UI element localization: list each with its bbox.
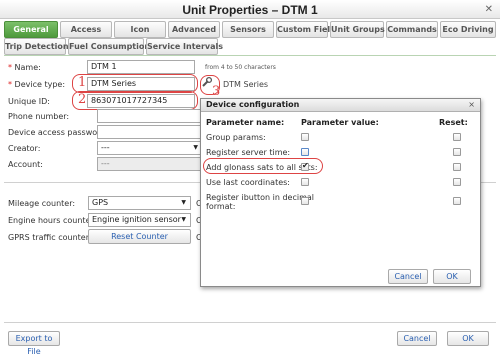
tab-advanced[interactable]: Advanced xyxy=(168,21,220,38)
param-reset-checkbox[interactable] xyxy=(453,133,461,141)
name-input[interactable]: DTM 1 xyxy=(87,60,195,74)
tab-commands[interactable]: Commands xyxy=(386,21,438,38)
col-parameter-value: Parameter value: xyxy=(301,118,379,127)
dropdown-arrow-icon: ▼ xyxy=(181,216,186,223)
dropdown-arrow-icon: ▼ xyxy=(181,199,186,206)
col-reset: Reset: xyxy=(439,118,468,127)
param-reset-checkbox[interactable] xyxy=(453,148,461,156)
param-value-checkbox[interactable] xyxy=(301,197,309,205)
annotation-number-1: 1 xyxy=(78,75,87,90)
account-label: Account: xyxy=(8,160,43,169)
dialog-title: Device configuration xyxy=(206,100,300,109)
tab-unit-groups[interactable]: Unit Groups xyxy=(330,21,385,38)
param-row-label: Group params: xyxy=(206,133,266,142)
unique-id-label: Unique ID: xyxy=(8,97,50,106)
tab-custom-fields[interactable]: Custom Fields xyxy=(276,21,341,38)
tab-trip-detection[interactable]: Trip Detection xyxy=(4,38,69,55)
annotation-ring-3 xyxy=(200,75,220,95)
footer-divider xyxy=(4,322,496,323)
tab-icon[interactable]: Icon xyxy=(114,21,166,38)
ok-button[interactable]: OK xyxy=(447,331,489,346)
window-title: Unit Properties – DTM 1 xyxy=(182,3,318,17)
mileage-select[interactable]: GPS ▼ xyxy=(88,196,191,210)
creator-value: --- xyxy=(101,143,110,152)
tab-fuel-consumption[interactable]: Fuel Consumption xyxy=(68,38,150,55)
tabs-divider xyxy=(4,55,496,56)
param-row-label: Register server time: xyxy=(206,148,291,157)
tab-sensors[interactable]: Sensors xyxy=(222,21,274,38)
phone-input[interactable] xyxy=(97,109,203,123)
gprs-label: GPRS traffic counter: xyxy=(8,233,92,242)
param-value-checkbox[interactable] xyxy=(301,178,309,186)
password-input[interactable] xyxy=(97,125,203,139)
cancel-button[interactable]: Cancel xyxy=(397,331,437,346)
dialog-cancel-button[interactable]: Cancel xyxy=(388,269,428,284)
param-value-checkbox[interactable] xyxy=(301,133,309,141)
name-hint: from 4 to 50 characters xyxy=(205,64,276,71)
dropdown-arrow-icon: ▼ xyxy=(193,144,198,151)
param-row-label: Register ibutton in decimal xyxy=(206,193,315,202)
tab-access[interactable]: Access xyxy=(60,21,112,38)
device-type-side-label: DTM Series xyxy=(223,80,269,89)
phone-label: Phone number: xyxy=(8,112,70,121)
param-reset-checkbox[interactable] xyxy=(453,178,461,186)
param-value-checkbox[interactable] xyxy=(301,148,309,156)
dialog-ok-button[interactable]: OK xyxy=(433,269,471,284)
mileage-value: GPS xyxy=(92,198,109,207)
param-row-label-cont: format: xyxy=(206,202,236,211)
reset-counter-button[interactable]: Reset Counter xyxy=(88,229,191,244)
creator-label: Creator: xyxy=(8,144,41,153)
tab-service-intervals[interactable]: Service Intervals xyxy=(146,38,223,55)
name-label: * Name: xyxy=(8,63,41,72)
creator-select[interactable]: --- ▼ xyxy=(97,141,203,155)
mileage-label: Mileage counter: xyxy=(8,199,76,208)
dialog-close-icon[interactable]: × xyxy=(468,99,475,111)
annotation-ring-2 xyxy=(72,91,198,110)
export-to-file-button[interactable]: Export to File xyxy=(8,331,60,356)
dialog-header: Device configuration × xyxy=(201,99,480,112)
tab-general[interactable]: General xyxy=(4,21,58,38)
engine-hours-select[interactable]: Engine ignition sensor ▼ xyxy=(88,213,191,227)
engine-hours-value: Engine ignition sensor xyxy=(92,215,181,224)
annotation-ring-glonass xyxy=(203,158,323,174)
title-bar: Unit Properties – DTM 1 ✕ xyxy=(0,0,500,19)
param-row-label: Use last coordinates: xyxy=(206,178,290,187)
param-reset-checkbox[interactable] xyxy=(453,197,461,205)
engine-hours-label: Engine hours counter: xyxy=(8,216,97,225)
device-configuration-dialog: Device configuration × Parameter name: P… xyxy=(200,98,481,287)
col-parameter-name: Parameter name: xyxy=(206,118,285,127)
close-icon[interactable]: ✕ xyxy=(485,4,493,15)
password-label: Device access password: xyxy=(8,128,109,137)
annotation-number-2: 2 xyxy=(78,92,87,107)
device-type-label: * Device type: xyxy=(8,80,66,89)
param-reset-checkbox[interactable] xyxy=(453,163,461,171)
tab-eco-driving[interactable]: Eco Driving xyxy=(440,21,496,38)
account-input: --- xyxy=(97,157,203,171)
